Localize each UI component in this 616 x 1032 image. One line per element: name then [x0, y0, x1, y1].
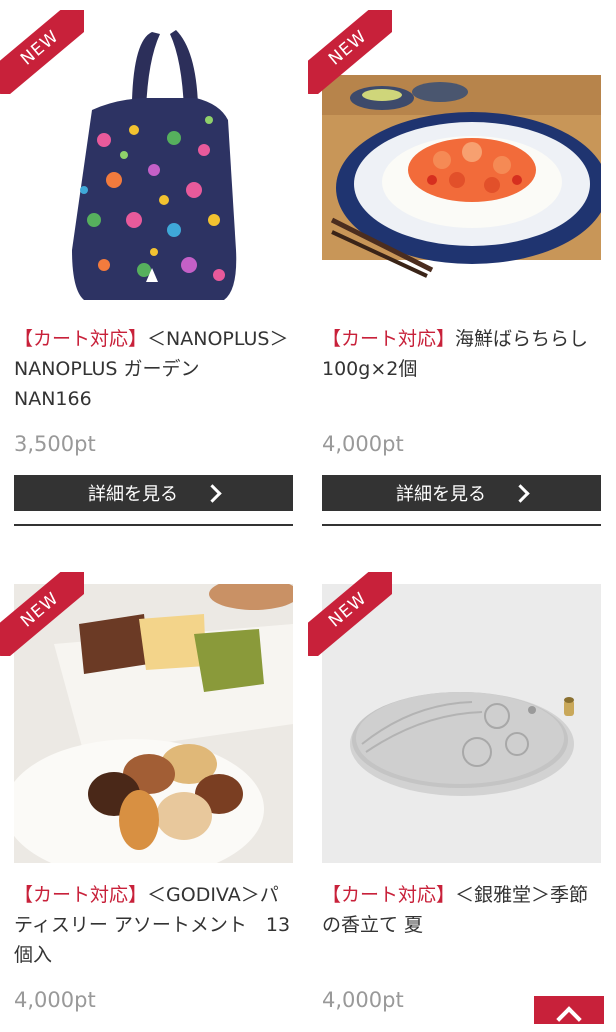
- detail-button[interactable]: 詳細を見る: [14, 475, 293, 511]
- chevron-up-icon: [556, 1006, 582, 1032]
- chevron-right-icon: [511, 483, 530, 503]
- product-price: 4,000pt: [14, 988, 96, 1012]
- cart-tag: 【カート対応】: [322, 328, 456, 350]
- cart-tag: 【カート対応】: [14, 328, 148, 350]
- product-title[interactable]: 【カート対応】＜NANOPLUS＞NANOPLUS ガーデン NAN166: [14, 324, 293, 414]
- new-badge: NEW: [0, 10, 84, 94]
- divider: [322, 524, 601, 526]
- new-badge-label: NEW: [0, 10, 84, 94]
- cart-tag: 【カート対応】: [14, 884, 148, 906]
- new-badge: NEW: [308, 10, 392, 94]
- product-title[interactable]: 【カート対応】＜GODIVA＞パティスリー アソートメント 13個入: [14, 880, 293, 970]
- chevron-right-icon: [203, 483, 222, 503]
- new-badge: NEW: [0, 572, 84, 656]
- product-title[interactable]: 【カート対応】＜銀雅堂＞季節の香立て 夏: [322, 880, 601, 940]
- new-badge-label: NEW: [308, 10, 392, 94]
- cart-tag: 【カート対応】: [322, 884, 456, 906]
- new-badge-label: NEW: [0, 572, 84, 656]
- detail-button-label: 詳細を見る: [88, 484, 178, 505]
- product-price: 4,000pt: [322, 432, 404, 456]
- divider: [14, 524, 293, 526]
- new-badge-label: NEW: [308, 572, 392, 656]
- new-badge: NEW: [308, 572, 392, 656]
- product-price: 3,500pt: [14, 432, 96, 456]
- product-price: 4,000pt: [322, 988, 404, 1012]
- page-top-button[interactable]: [534, 996, 604, 1032]
- product-title[interactable]: 【カート対応】海鮮ばらちらし 100g×2個: [322, 324, 607, 384]
- detail-button[interactable]: 詳細を見る: [322, 475, 601, 511]
- detail-button-label: 詳細を見る: [396, 484, 486, 505]
